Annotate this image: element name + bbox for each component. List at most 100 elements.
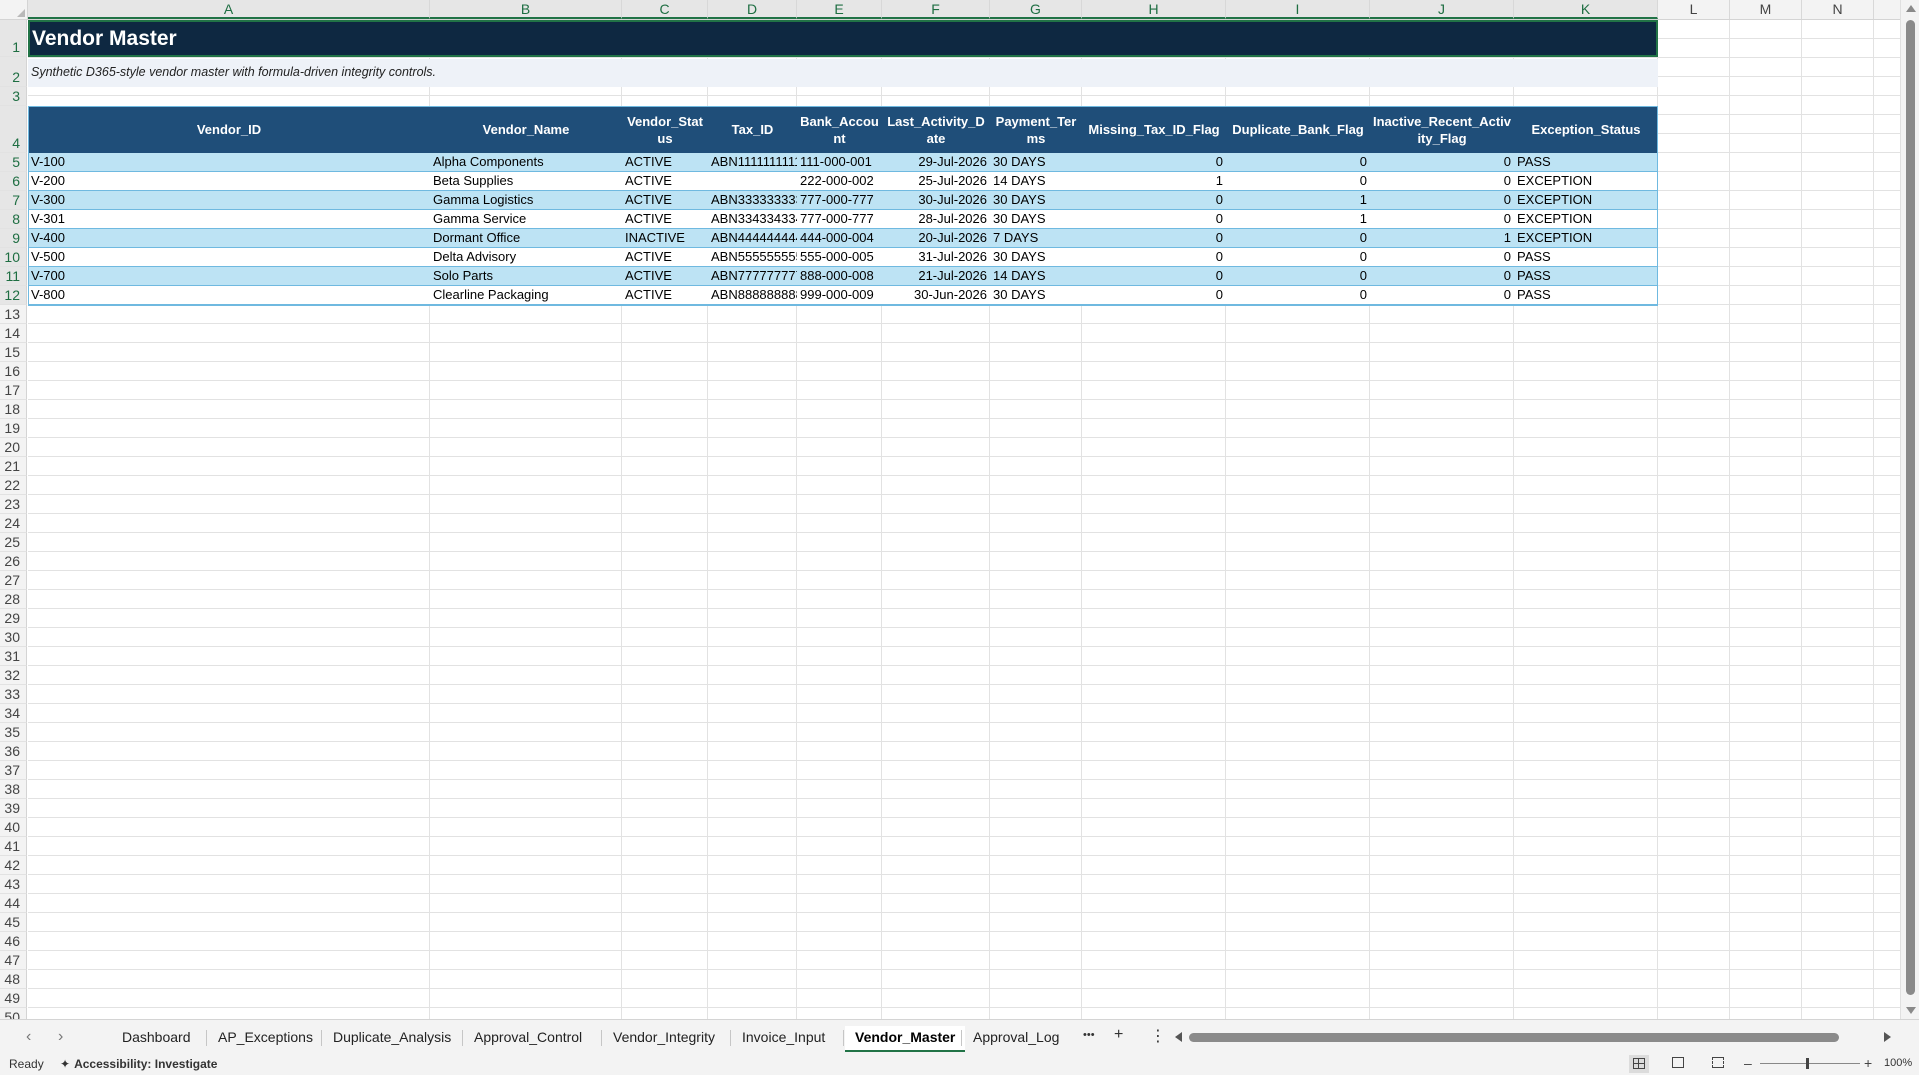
cell-last-activity-date[interactable]: 20-Jul-2026 — [882, 229, 990, 247]
zoom-out-button[interactable]: – — [1744, 1055, 1752, 1071]
cell-missing-tax-id-flag[interactable]: 0 — [1082, 191, 1226, 209]
cell-vendor-status[interactable]: ACTIVE — [622, 248, 708, 266]
row-header-29[interactable]: 29 — [0, 609, 27, 628]
row-header-28[interactable]: 28 — [0, 590, 27, 609]
row-header-27[interactable]: 27 — [0, 571, 27, 590]
horizontal-scroll-thumb[interactable] — [1189, 1033, 1839, 1042]
table-header-payment-terms[interactable]: Payment_Terms — [990, 106, 1082, 153]
cell-vendor-id[interactable]: V-400 — [28, 229, 430, 247]
select-all-corner[interactable] — [0, 0, 28, 19]
cell-vendor-status[interactable]: INACTIVE — [622, 229, 708, 247]
zoom-in-button[interactable]: + — [1864, 1055, 1872, 1071]
cell-duplicate-bank-flag[interactable]: 0 — [1226, 153, 1370, 171]
row-header-48[interactable]: 48 — [0, 970, 27, 989]
sheet-subtitle-cell[interactable]: Synthetic D365-style vendor master with … — [28, 59, 1658, 87]
row-header-32[interactable]: 32 — [0, 666, 27, 685]
cell-duplicate-bank-flag[interactable]: 1 — [1226, 210, 1370, 228]
row-header-23[interactable]: 23 — [0, 495, 27, 514]
cell-exception-status[interactable]: PASS — [1514, 267, 1658, 285]
tab-approval-control[interactable]: Approval_Control — [464, 1026, 592, 1050]
cell-inactive-recent-activity-flag[interactable]: 0 — [1370, 172, 1514, 190]
row-header-40[interactable]: 40 — [0, 818, 27, 837]
cell-exception-status[interactable]: PASS — [1514, 286, 1658, 304]
row-header-9[interactable]: 9 — [0, 229, 27, 248]
cell-vendor-id[interactable]: V-800 — [28, 286, 430, 304]
row-header-17[interactable]: 17 — [0, 381, 27, 400]
scroll-up-icon[interactable] — [1906, 5, 1916, 12]
row-header-34[interactable]: 34 — [0, 704, 27, 723]
row-header-16[interactable]: 16 — [0, 362, 27, 381]
row-header-12[interactable]: 12 — [0, 286, 27, 305]
row-header-35[interactable]: 35 — [0, 723, 27, 742]
tab-approval-log[interactable]: Approval_Log — [963, 1026, 1069, 1050]
cell-payment-terms[interactable]: 30 DAYS — [990, 191, 1082, 209]
table-header-vendor-name[interactable]: Vendor_Name — [430, 106, 622, 153]
table-header-bank-account[interactable]: Bank_Account — [797, 106, 882, 153]
cell-missing-tax-id-flag[interactable]: 0 — [1082, 248, 1226, 266]
cell-vendor-status[interactable]: ACTIVE — [622, 286, 708, 304]
column-header-b[interactable]: B — [430, 0, 622, 19]
page-break-view-button[interactable] — [1709, 1055, 1727, 1071]
row-header-13[interactable]: 13 — [0, 305, 27, 324]
column-header-e[interactable]: E — [797, 0, 882, 19]
more-sheets-button[interactable]: ••• — [1083, 1029, 1095, 1041]
row-header-44[interactable]: 44 — [0, 894, 27, 913]
row-header-38[interactable]: 38 — [0, 780, 27, 799]
cell-vendor-status[interactable]: ACTIVE — [622, 267, 708, 285]
page-layout-view-button[interactable] — [1669, 1055, 1687, 1071]
cell-last-activity-date[interactable]: 28-Jul-2026 — [882, 210, 990, 228]
cell-vendor-id[interactable]: V-300 — [28, 191, 430, 209]
cell-exception-status[interactable]: EXCEPTION — [1514, 191, 1658, 209]
sheet-title-cell[interactable]: Vendor Master — [28, 20, 1658, 57]
cell-last-activity-date[interactable]: 25-Jul-2026 — [882, 172, 990, 190]
cell-vendor-status[interactable]: ACTIVE — [622, 153, 708, 171]
row-header-22[interactable]: 22 — [0, 476, 27, 495]
cell-vendor-status[interactable]: ACTIVE — [622, 191, 708, 209]
row-header-8[interactable]: 8 — [0, 210, 27, 229]
cell-missing-tax-id-flag[interactable]: 0 — [1082, 267, 1226, 285]
cell-duplicate-bank-flag[interactable]: 0 — [1226, 267, 1370, 285]
cell-vendor-status[interactable]: ACTIVE — [622, 210, 708, 228]
cell-exception-status[interactable]: PASS — [1514, 153, 1658, 171]
scroll-left-icon[interactable] — [1175, 1032, 1182, 1042]
cell-tax-id[interactable]: ABN44444444444 — [708, 229, 797, 247]
cell-vendor-name[interactable]: Beta Supplies — [430, 172, 622, 190]
column-header-h[interactable]: H — [1082, 0, 1226, 19]
cell-payment-terms[interactable]: 14 DAYS — [990, 267, 1082, 285]
row-header-37[interactable]: 37 — [0, 761, 27, 780]
row-header-4[interactable]: 4 — [0, 106, 27, 153]
cell-payment-terms[interactable]: 30 DAYS — [990, 153, 1082, 171]
tab-vendor-integrity[interactable]: Vendor_Integrity — [603, 1026, 725, 1050]
row-header-45[interactable]: 45 — [0, 913, 27, 932]
table-header-tax-id[interactable]: Tax_ID — [708, 106, 797, 153]
column-header-k[interactable]: K — [1514, 0, 1658, 19]
cell-inactive-recent-activity-flag[interactable]: 0 — [1370, 267, 1514, 285]
tab-invoice-input[interactable]: Invoice_Input — [732, 1026, 835, 1050]
column-header-g[interactable]: G — [990, 0, 1082, 19]
table-header-inactive-recent-activity-flag[interactable]: Inactive_Recent_Activity_Flag — [1370, 106, 1514, 153]
cell-payment-terms[interactable]: 30 DAYS — [990, 210, 1082, 228]
cell-payment-terms[interactable]: 7 DAYS — [990, 229, 1082, 247]
next-sheet-arrow-icon[interactable]: › — [58, 1028, 63, 1046]
cell-missing-tax-id-flag[interactable]: 1 — [1082, 172, 1226, 190]
column-header-m[interactable]: M — [1730, 0, 1802, 19]
column-header-d[interactable]: D — [708, 0, 797, 19]
tab-duplicate-analysis[interactable]: Duplicate_Analysis — [323, 1026, 461, 1050]
cell-vendor-id[interactable]: V-500 — [28, 248, 430, 266]
cell-vendor-name[interactable]: Alpha Components — [430, 153, 622, 171]
cell-vendor-name[interactable]: Gamma Logistics — [430, 191, 622, 209]
cell-vendor-id[interactable]: V-200 — [28, 172, 430, 190]
row-header-47[interactable]: 47 — [0, 951, 27, 970]
row-header-30[interactable]: 30 — [0, 628, 27, 647]
column-header-f[interactable]: F — [882, 0, 990, 19]
row-header-2[interactable]: 2 — [0, 57, 27, 87]
cell-vendor-name[interactable]: Clearline Packaging — [430, 286, 622, 304]
cell-inactive-recent-activity-flag[interactable]: 0 — [1370, 286, 1514, 304]
table-header-vendor-status[interactable]: Vendor_Status — [622, 106, 708, 153]
row-header-3[interactable]: 3 — [0, 87, 27, 106]
cell-missing-tax-id-flag[interactable]: 0 — [1082, 153, 1226, 171]
table-header-duplicate-bank-flag[interactable]: Duplicate_Bank_Flag — [1226, 106, 1370, 153]
row-header-36[interactable]: 36 — [0, 742, 27, 761]
cell-tax-id[interactable]: ABN11111111111 — [708, 153, 797, 171]
cell-duplicate-bank-flag[interactable]: 0 — [1226, 286, 1370, 304]
